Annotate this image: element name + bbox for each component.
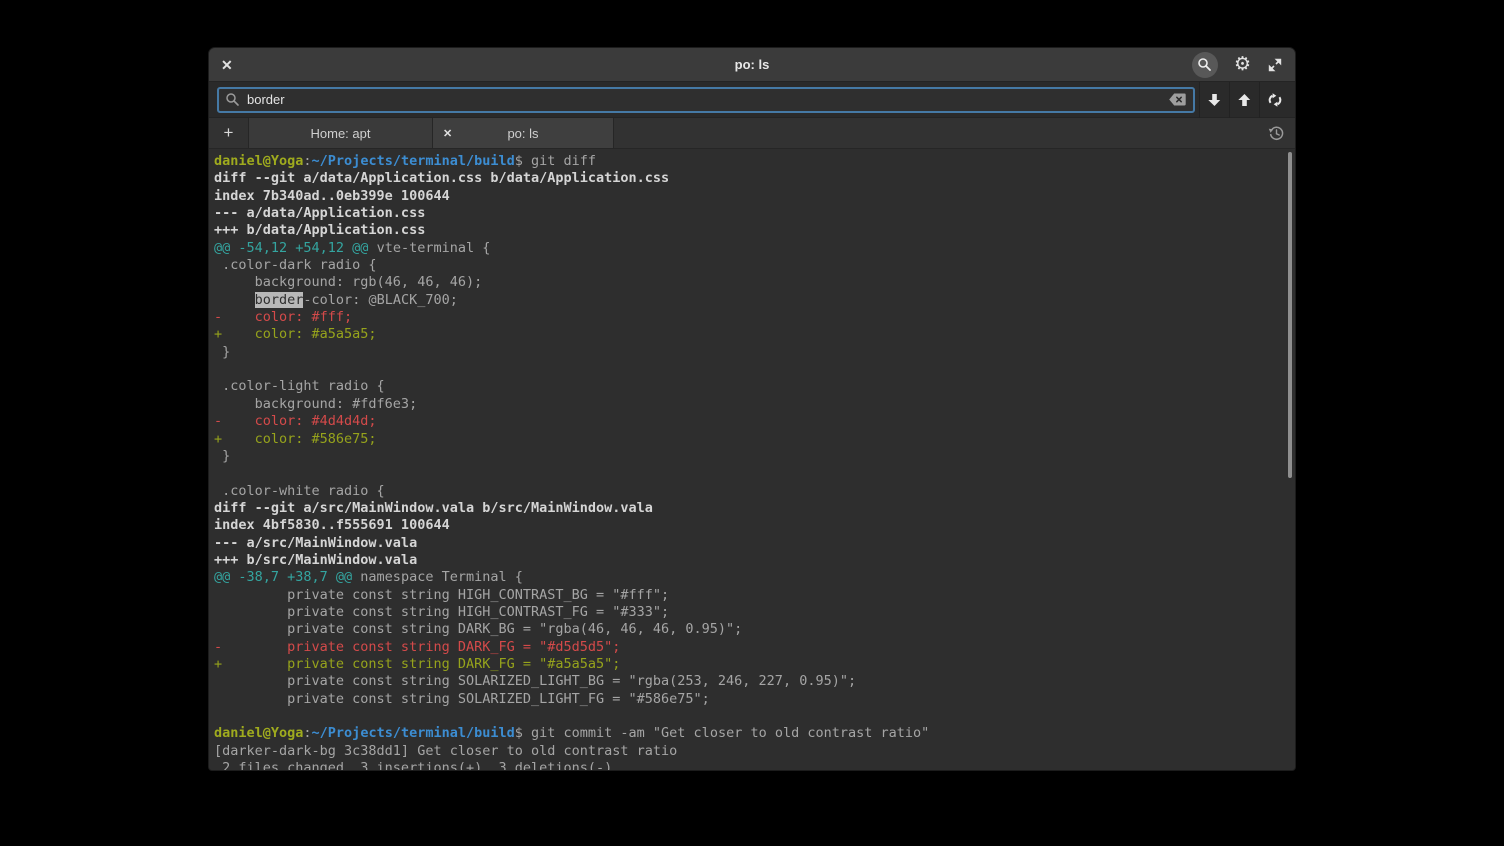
terminal-line: index 4bf5830..f555691 100644 bbox=[214, 517, 1295, 534]
terminal-line: private const string HIGH_CONTRAST_FG = … bbox=[214, 604, 1295, 621]
terminal-line: + color: #586e75; bbox=[214, 431, 1295, 448]
terminal-line: } bbox=[214, 344, 1295, 361]
tab-close-icon[interactable]: ✕ bbox=[443, 127, 452, 140]
window-close-icon[interactable]: ✕ bbox=[221, 58, 233, 72]
search-nav-buttons bbox=[1199, 82, 1289, 118]
terminal-line: daniel@Yoga:~/Projects/terminal/build$ g… bbox=[214, 153, 1295, 170]
terminal-line: diff --git a/src/MainWindow.vala b/src/M… bbox=[214, 500, 1295, 517]
search-previous-button[interactable] bbox=[1229, 82, 1259, 118]
terminal-output: daniel@Yoga:~/Projects/terminal/build$ g… bbox=[214, 153, 1295, 771]
tab-label: Home: apt bbox=[311, 126, 371, 141]
tab-label: po: ls bbox=[507, 126, 538, 141]
arrow-down-icon bbox=[1207, 92, 1222, 108]
terminal-line: daniel@Yoga:~/Projects/terminal/build$ g… bbox=[214, 725, 1295, 742]
tab-po-ls[interactable]: ✕ po: ls bbox=[433, 118, 614, 148]
terminal-line: - color: #fff; bbox=[214, 309, 1295, 326]
terminal-line bbox=[214, 708, 1295, 725]
terminal-line: .color-white radio { bbox=[214, 483, 1295, 500]
terminal-line bbox=[214, 465, 1295, 482]
search-input[interactable] bbox=[247, 92, 1168, 107]
terminal-line: private const string HIGH_CONTRAST_BG = … bbox=[214, 587, 1295, 604]
search-bar bbox=[209, 82, 1295, 118]
terminal-line: border-color: @BLACK_700; bbox=[214, 292, 1295, 309]
terminal-window: ✕ po: ls ⚙ bbox=[208, 47, 1296, 771]
backspace-clear-icon bbox=[1168, 92, 1187, 107]
terminal-viewport[interactable]: daniel@Yoga:~/Projects/terminal/build$ g… bbox=[209, 149, 1295, 771]
terminal-line: .color-dark radio { bbox=[214, 257, 1295, 274]
terminal-line: --- a/data/Application.css bbox=[214, 205, 1295, 222]
terminal-line: private const string SOLARIZED_LIGHT_FG … bbox=[214, 691, 1295, 708]
terminal-line: --- a/src/MainWindow.vala bbox=[214, 535, 1295, 552]
terminal-line: + private const string DARK_FG = "#a5a5a… bbox=[214, 656, 1295, 673]
terminal-line: private const string DARK_BG = "rgba(46,… bbox=[214, 621, 1295, 638]
search-field[interactable] bbox=[217, 87, 1195, 113]
terminal-line: index 7b340ad..0eb399e 100644 bbox=[214, 188, 1295, 205]
terminal-line: +++ b/data/Application.css bbox=[214, 222, 1295, 239]
terminal-line: @@ -54,12 +54,12 @@ vte-terminal { bbox=[214, 240, 1295, 257]
tab-bar: + Home: apt ✕ po: ls bbox=[209, 118, 1295, 149]
terminal-line: [darker-dark-bg 3c38dd1] Get closer to o… bbox=[214, 743, 1295, 760]
terminal-line: + color: #a5a5a5; bbox=[214, 326, 1295, 343]
window-title: po: ls bbox=[735, 57, 770, 72]
terminal-line: background: rgb(46, 46, 46); bbox=[214, 274, 1295, 291]
terminal-line: .color-light radio { bbox=[214, 378, 1295, 395]
terminal-line: @@ -38,7 +38,7 @@ namespace Terminal { bbox=[214, 569, 1295, 586]
cycle-wrap-icon bbox=[1266, 92, 1284, 108]
titlebar[interactable]: ✕ po: ls ⚙ bbox=[209, 48, 1295, 82]
terminal-line: - color: #4d4d4d; bbox=[214, 413, 1295, 430]
terminal-line: diff --git a/data/Application.css b/data… bbox=[214, 170, 1295, 187]
restore-tab-button[interactable] bbox=[1257, 118, 1295, 148]
new-tab-button[interactable]: + bbox=[209, 118, 249, 148]
search-wrap-button[interactable] bbox=[1259, 82, 1289, 118]
search-next-button[interactable] bbox=[1199, 82, 1229, 118]
terminal-line: 2 files changed, 3 insertions(+), 3 dele… bbox=[214, 760, 1295, 771]
terminal-line bbox=[214, 361, 1295, 378]
terminal-line: +++ b/src/MainWindow.vala bbox=[214, 552, 1295, 569]
search-icon bbox=[1197, 57, 1212, 72]
scrollbar-thumb[interactable] bbox=[1288, 152, 1292, 478]
search-input-icon bbox=[225, 92, 240, 107]
fullscreen-button[interactable] bbox=[1267, 57, 1283, 73]
tab-home-apt[interactable]: Home: apt bbox=[249, 118, 433, 148]
titlebar-actions: ⚙ bbox=[1192, 52, 1283, 78]
history-clock-icon bbox=[1268, 125, 1285, 142]
terminal-line: background: #fdf6e3; bbox=[214, 396, 1295, 413]
search-toggle-button[interactable] bbox=[1192, 52, 1218, 78]
tabbar-spacer bbox=[614, 118, 1257, 148]
settings-gear-icon[interactable]: ⚙ bbox=[1234, 55, 1251, 74]
terminal-line: - private const string DARK_FG = "#d5d5d… bbox=[214, 639, 1295, 656]
expand-icon bbox=[1267, 57, 1283, 73]
terminal-line: private const string SOLARIZED_LIGHT_BG … bbox=[214, 673, 1295, 690]
terminal-line: } bbox=[214, 448, 1295, 465]
arrow-up-icon bbox=[1237, 92, 1252, 108]
clear-search-button[interactable] bbox=[1168, 92, 1187, 107]
